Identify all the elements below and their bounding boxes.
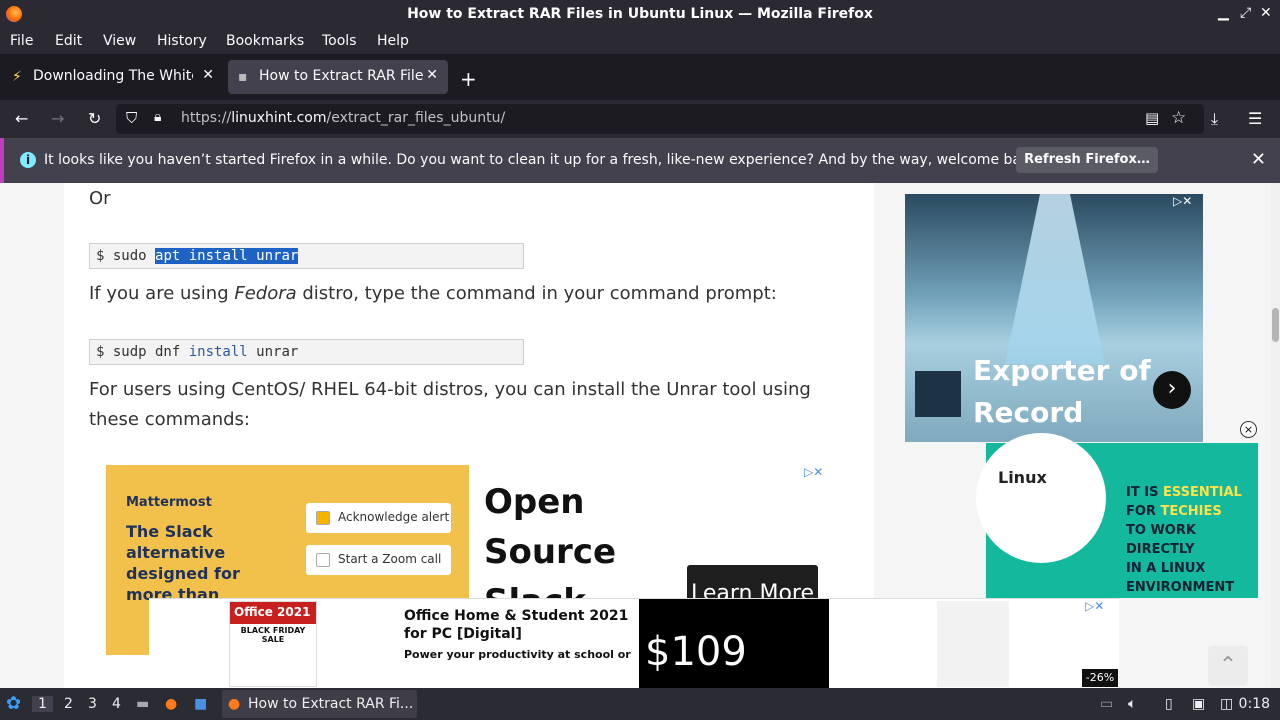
window-titlebar: How to Extract RAR Files in Ubuntu Linux… <box>0 0 1280 30</box>
workspace-1[interactable]: 1 <box>32 696 53 712</box>
shield-icon[interactable]: ⛉ <box>126 109 137 127</box>
ad-headline: Exporter of Record <box>973 354 1151 429</box>
url-bar[interactable]: ⛉ 🔒︎ https://linuxhint.com/extract_rar_f… <box>116 104 1204 134</box>
menu-view[interactable]: View <box>103 33 136 49</box>
minimize-icon[interactable]: ▁ <box>1218 5 1229 21</box>
linux-ad-text: IT IS ESSENTIAL FOR TECHIES TO WORK DIRE… <box>1126 485 1242 595</box>
office-ad-title[interactable]: Office Home & Student 2021 for PC [Digit… <box>404 607 634 643</box>
display-icon[interactable]: ▣ <box>1192 696 1205 712</box>
ad-logo <box>915 371 961 417</box>
taskbar: ✿ 1 2 3 4 ▬ ● ■ ● How to Extract RAR Fi.… <box>0 688 1280 720</box>
taskbar-window-label: How to Extract RAR Fi... <box>248 696 414 712</box>
office-box-image <box>937 601 1009 687</box>
zoom-call-card: Start a Zoom call <box>306 545 451 575</box>
notification-bar: i It looks like you haven’t started Fire… <box>0 138 1280 183</box>
workspace-4[interactable]: 4 <box>112 696 121 712</box>
mattermost-headline: The Slack alternative designed for more … <box>126 522 240 604</box>
lightning-icon: ⚡ <box>12 69 22 85</box>
menu-tools[interactable]: Tools <box>322 33 357 49</box>
reader-view-icon[interactable]: ▤ <box>1145 109 1159 127</box>
package-title: Office 2021 <box>230 602 316 624</box>
taskbar-window-firefox[interactable]: ● How to Extract RAR Fi... <box>222 690 417 718</box>
tab-close-icon[interactable]: ✕ <box>426 67 438 83</box>
scroll-to-top-button[interactable]: ⌃ <box>1208 646 1248 686</box>
lock-icon[interactable]: 🔒︎ <box>154 109 161 125</box>
tab-label: Downloading The White <box>33 68 193 84</box>
acknowledge-alert-card: Acknowledge alert <box>306 503 451 533</box>
clock: 0:18 <box>1238 696 1270 712</box>
code-block-apt[interactable]: $ sudo apt install unrar <box>89 243 524 269</box>
tab-close-icon[interactable]: ✕ <box>202 67 214 83</box>
tab-downloading[interactable]: ⚡ Downloading The White ✕ <box>2 60 224 94</box>
hamburger-menu-icon[interactable]: ☰ <box>1248 109 1262 128</box>
maximize-icon[interactable]: ⤢ <box>1240 5 1251 21</box>
window-title: How to Extract RAR Files in Ubuntu Linux… <box>407 6 873 22</box>
notes-icon[interactable]: ▯ <box>1165 696 1173 712</box>
menu-history[interactable]: History <box>157 33 207 49</box>
paragraph-or: Or <box>89 188 111 209</box>
discount-badge: -26% <box>1082 669 1118 687</box>
workspace-3[interactable]: 3 <box>88 696 97 712</box>
paragraph-fedora: If you are using Fedora distro, type the… <box>89 283 777 304</box>
menu-help[interactable]: Help <box>377 33 409 49</box>
office-ad-price[interactable]: $109 <box>639 599 829 688</box>
scrollbar-thumb[interactable] <box>1272 308 1279 342</box>
office-ad[interactable]: Office 2021 BLACK FRIDAY SALE Office Hom… <box>149 598 1119 688</box>
back-icon[interactable]: ← <box>15 109 28 128</box>
code-block-dnf[interactable]: $ sudp dnf install unrar <box>89 339 524 365</box>
start-menu-icon[interactable]: ✿ <box>6 693 21 714</box>
office-package-image: Office 2021 BLACK FRIDAY SALE <box>229 601 317 687</box>
adchoices-icon[interactable]: ▷✕ <box>1085 599 1104 613</box>
tab-bar: ⚡ Downloading The White ✕ ▪ How to Extra… <box>0 54 1280 100</box>
refresh-firefox-button[interactable]: Refresh Firefox… <box>1016 147 1158 173</box>
exporter-of-record-ad[interactable]: Exporter of Record › ▷✕ <box>905 194 1203 442</box>
adchoices-icon[interactable]: ▷✕ <box>804 465 823 479</box>
site-favicon-icon: ▪ <box>238 69 248 85</box>
ad-circle <box>976 433 1106 563</box>
bookmark-star-icon[interactable]: ☆ <box>1171 108 1186 128</box>
office-ad-description: Power your productivity at school or in … <box>404 648 634 661</box>
adchoices-icon[interactable]: ▷✕ <box>1173 194 1192 208</box>
tab-extract-rar[interactable]: ▪ How to Extract RAR Files ✕ <box>228 60 448 94</box>
close-window-icon[interactable]: ✕ <box>1260 5 1272 21</box>
network-icon[interactable]: ◫ <box>1220 696 1233 712</box>
paragraph-centos: For users using CentOS/ RHEL 64-bit dist… <box>89 379 811 430</box>
linux-ad[interactable]: Linux IT IS ESSENTIAL FOR TECHIES TO WOR… <box>976 433 1258 598</box>
forward-icon[interactable]: → <box>51 109 64 128</box>
clipboard-icon[interactable]: ▭ <box>1100 696 1113 712</box>
url-text[interactable]: https://linuxhint.com/extract_rar_files_… <box>181 110 505 126</box>
menu-bookmarks[interactable]: Bookmarks <box>226 33 304 49</box>
mattermost-brand: Mattermost <box>126 495 212 510</box>
tab-label: How to Extract RAR Files <box>259 68 423 84</box>
desktop-icon[interactable]: ■ <box>194 696 207 712</box>
linux-logo: Linux <box>998 468 1047 487</box>
file-manager-icon[interactable]: ▬ <box>136 696 149 712</box>
reload-icon[interactable]: ↻ <box>88 109 101 128</box>
workspace-2[interactable]: 2 <box>64 696 73 712</box>
info-icon: i <box>20 152 36 168</box>
menu-file[interactable]: File <box>10 33 33 49</box>
chevron-right-icon[interactable]: › <box>1153 371 1191 409</box>
new-tab-icon[interactable]: + <box>460 67 477 91</box>
firefox-icon: ● <box>228 696 241 712</box>
menu-bar: File Edit View History Bookmarks Tools H… <box>0 30 1280 54</box>
datacenter-image <box>1005 194 1105 364</box>
volume-icon[interactable]: 🔈︎ <box>1128 696 1136 712</box>
package-badge: BLACK FRIDAY SALE <box>240 626 306 644</box>
firefox-launcher-icon[interactable]: ● <box>165 696 177 712</box>
downloads-icon[interactable]: ⤓ <box>1211 109 1218 129</box>
notification-message: It looks like you haven’t started Firefo… <box>44 152 1043 168</box>
close-notification-icon[interactable]: ✕ <box>1251 149 1266 170</box>
menu-edit[interactable]: Edit <box>55 33 82 49</box>
page-scrollbar[interactable] <box>1271 183 1280 688</box>
navigation-bar: ← → ↻ ⛉ 🔒︎ https://linuxhint.com/extract… <box>0 100 1280 138</box>
close-ad-icon[interactable]: × <box>1240 421 1257 438</box>
